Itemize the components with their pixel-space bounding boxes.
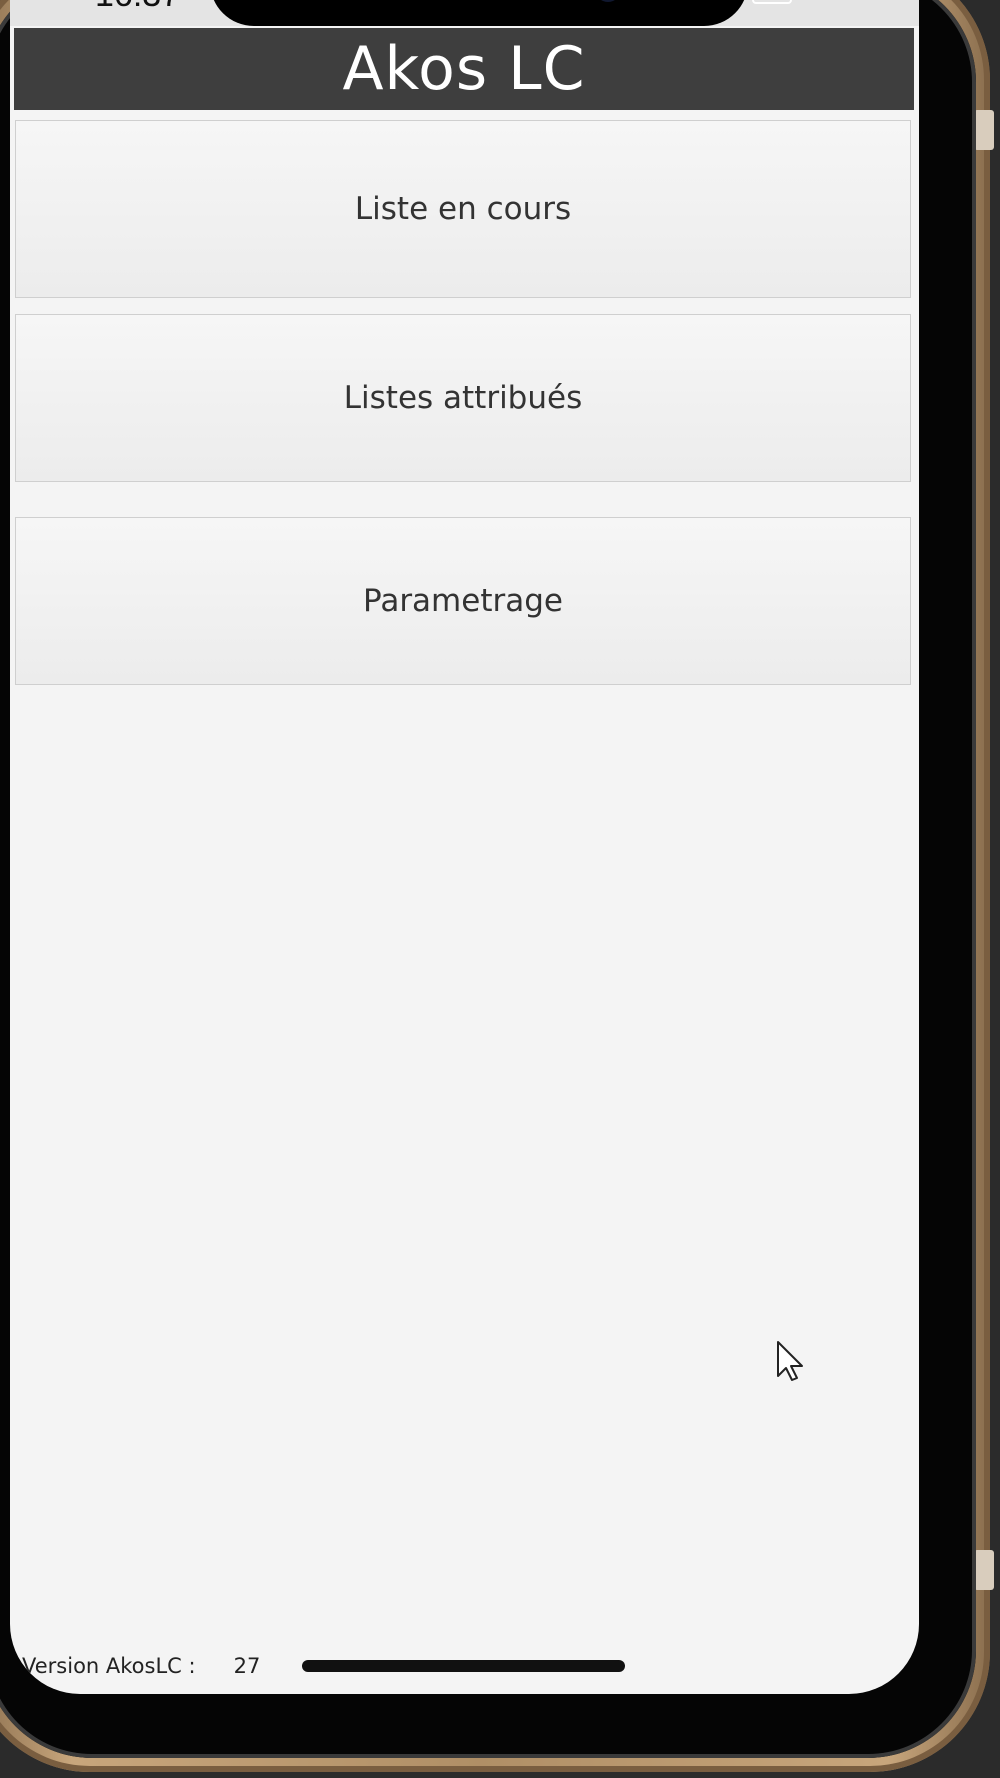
screen: 16:37 Akos LC Liste en cours Listes attr… [10, 0, 919, 1694]
side-button [974, 1550, 994, 1590]
phone-frame: 16:37 Akos LC Liste en cours Listes attr… [0, 0, 994, 1772]
mouse-cursor-icon [777, 1341, 803, 1381]
version-value: 27 [233, 1654, 261, 1678]
app-header: Akos LC [14, 28, 914, 110]
battery-icon [752, 0, 792, 4]
notch [210, 0, 748, 26]
home-indicator[interactable] [302, 1660, 625, 1672]
version-label: Version AkosLC : [22, 1654, 196, 1678]
liste-en-cours-button[interactable]: Liste en cours [15, 120, 911, 298]
parametrage-label: Parametrage [363, 583, 563, 619]
front-camera-icon [595, 0, 621, 2]
version-info: Version AkosLC : 27 [22, 1654, 260, 1678]
phone-bezel: 16:37 Akos LC Liste en cours Listes attr… [0, 0, 976, 1758]
listes-attribues-label: Listes attribués [343, 380, 583, 416]
side-button [974, 110, 994, 150]
liste-en-cours-label: Liste en cours [354, 191, 572, 227]
parametrage-button[interactable]: Parametrage [15, 517, 911, 685]
app-title: Akos LC [342, 34, 586, 104]
status-time: 16:37 [95, 0, 180, 15]
listes-attribues-button[interactable]: Listes attribués [15, 314, 911, 482]
status-bar: 16:37 [10, 0, 919, 26]
